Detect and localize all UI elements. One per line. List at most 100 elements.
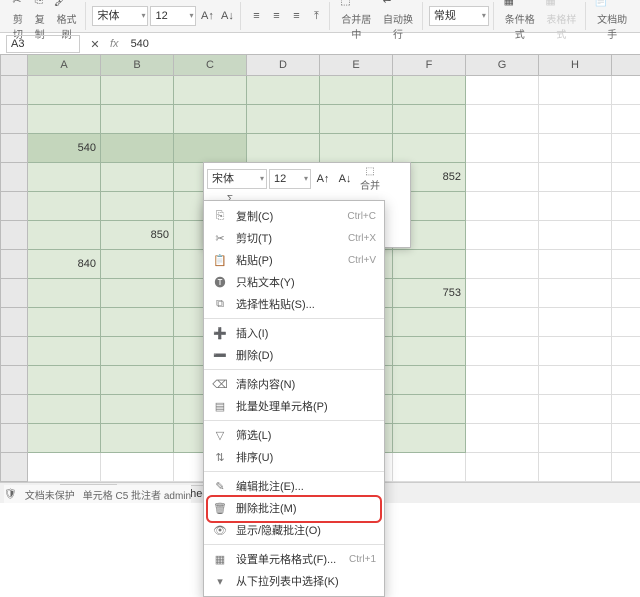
menu-item-edit-comment[interactable]: ✎编辑批注(E)...: [204, 475, 384, 497]
col-header-I[interactable]: I: [612, 55, 640, 76]
font-name-select[interactable]: 宋体: [92, 6, 148, 26]
formula-input[interactable]: 540: [125, 38, 149, 50]
row-header-1[interactable]: [1, 76, 28, 105]
col-header-D[interactable]: D: [247, 55, 320, 76]
menu-item-filter[interactable]: ▽筛选(L): [204, 424, 384, 446]
cell-A7[interactable]: 840: [28, 250, 101, 279]
col-header-C[interactable]: C: [174, 55, 247, 76]
row-header-9[interactable]: [1, 308, 28, 337]
menu-item-dropdown[interactable]: ▾从下拉列表中选择(K): [204, 570, 384, 592]
cell-F11[interactable]: [393, 366, 466, 395]
cell-H5[interactable]: [539, 192, 612, 221]
cell-A6[interactable]: [28, 221, 101, 250]
cell-A11[interactable]: [28, 366, 101, 395]
row-header-8[interactable]: [1, 279, 28, 308]
cell-B4[interactable]: [101, 163, 174, 192]
cell-A3[interactable]: 540: [28, 134, 101, 163]
format-painter-icon[interactable]: 🖌: [52, 0, 70, 10]
cell-G14[interactable]: [466, 453, 539, 482]
row-header-11[interactable]: [1, 366, 28, 395]
cell-B3[interactable]: [101, 134, 174, 163]
cell-G9[interactable]: [466, 308, 539, 337]
mini-merge-button[interactable]: ⬚合并: [357, 166, 383, 192]
cell-F13[interactable]: [393, 424, 466, 453]
menu-item-paste-text[interactable]: 🅣只粘文本(Y): [204, 271, 384, 293]
cell-I6[interactable]: [612, 221, 640, 250]
cell-I7[interactable]: [612, 250, 640, 279]
doc-helper-icon[interactable]: 📄: [592, 0, 610, 10]
cell-A4[interactable]: [28, 163, 101, 192]
cut-icon[interactable]: ✂: [8, 0, 26, 10]
menu-item-insert[interactable]: ➕插入(I): [204, 322, 384, 344]
col-header-E[interactable]: E: [320, 55, 393, 76]
cell-E3[interactable]: [320, 134, 393, 163]
table-style-icon[interactable]: ▦: [542, 0, 560, 10]
menu-item-del-comment[interactable]: 🗑删除批注(M): [204, 497, 384, 519]
cell-B10[interactable]: [101, 337, 174, 366]
mini-font-name[interactable]: 宋体: [207, 169, 267, 189]
row-header-2[interactable]: [1, 105, 28, 134]
cell-B6[interactable]: 850: [101, 221, 174, 250]
select-all-corner[interactable]: [1, 55, 28, 76]
row-header-10[interactable]: [1, 337, 28, 366]
cell-F9[interactable]: [393, 308, 466, 337]
cell-A1[interactable]: [28, 76, 101, 105]
cell-B7[interactable]: [101, 250, 174, 279]
cell-H14[interactable]: [539, 453, 612, 482]
cell-H6[interactable]: [539, 221, 612, 250]
cell-F3[interactable]: [393, 134, 466, 163]
cell-H7[interactable]: [539, 250, 612, 279]
cell-I8[interactable]: [612, 279, 640, 308]
cell-G1[interactable]: [466, 76, 539, 105]
fx-icon[interactable]: fx: [110, 38, 119, 50]
number-format-select[interactable]: 常规: [429, 6, 489, 26]
cell-G8[interactable]: [466, 279, 539, 308]
cancel-fx-icon[interactable]: ✕: [86, 35, 104, 53]
row-header-4[interactable]: [1, 163, 28, 192]
col-header-A[interactable]: A: [28, 55, 101, 76]
col-header-H[interactable]: H: [539, 55, 612, 76]
align-top-icon[interactable]: ⤒: [307, 7, 325, 25]
col-header-G[interactable]: G: [466, 55, 539, 76]
cell-A8[interactable]: [28, 279, 101, 308]
merge-cells-icon[interactable]: ⬚: [336, 0, 354, 10]
cell-E2[interactable]: [320, 105, 393, 134]
menu-item-delete[interactable]: ➖删除(D): [204, 344, 384, 366]
cell-I9[interactable]: [612, 308, 640, 337]
cell-C3[interactable]: [174, 134, 247, 163]
cell-B9[interactable]: [101, 308, 174, 337]
cell-G10[interactable]: [466, 337, 539, 366]
cell-I1[interactable]: [612, 76, 640, 105]
cell-C2[interactable]: [174, 105, 247, 134]
menu-item-clear[interactable]: ⌫清除内容(N): [204, 373, 384, 395]
cell-F12[interactable]: [393, 395, 466, 424]
row-header-12[interactable]: [1, 395, 28, 424]
cell-G2[interactable]: [466, 105, 539, 134]
cell-G4[interactable]: [466, 163, 539, 192]
cell-H1[interactable]: [539, 76, 612, 105]
cell-G11[interactable]: [466, 366, 539, 395]
cell-I13[interactable]: [612, 424, 640, 453]
font-size-select[interactable]: 12: [150, 6, 196, 26]
cell-B1[interactable]: [101, 76, 174, 105]
menu-item-paste[interactable]: 📋粘贴(P)Ctrl+V: [204, 249, 384, 271]
cell-A9[interactable]: [28, 308, 101, 337]
mini-font-size[interactable]: 12: [269, 169, 311, 189]
cell-F1[interactable]: [393, 76, 466, 105]
mini-decrease-font-icon[interactable]: A↓: [335, 169, 355, 189]
cell-F7[interactable]: [393, 250, 466, 279]
cell-H9[interactable]: [539, 308, 612, 337]
row-header-7[interactable]: [1, 250, 28, 279]
mini-increase-font-icon[interactable]: A↑: [313, 169, 333, 189]
menu-item-format-cells[interactable]: ▦设置单元格格式(F)...Ctrl+1: [204, 548, 384, 570]
cell-D3[interactable]: [247, 134, 320, 163]
cell-I11[interactable]: [612, 366, 640, 395]
cell-F14[interactable]: [393, 453, 466, 482]
cell-A14[interactable]: [28, 453, 101, 482]
cell-F8[interactable]: 753: [393, 279, 466, 308]
cell-I10[interactable]: [612, 337, 640, 366]
cell-H4[interactable]: [539, 163, 612, 192]
cell-H12[interactable]: [539, 395, 612, 424]
align-right-icon[interactable]: ≡: [287, 7, 305, 25]
menu-item-paste-special[interactable]: ⧉选择性粘贴(S)...: [204, 293, 384, 315]
